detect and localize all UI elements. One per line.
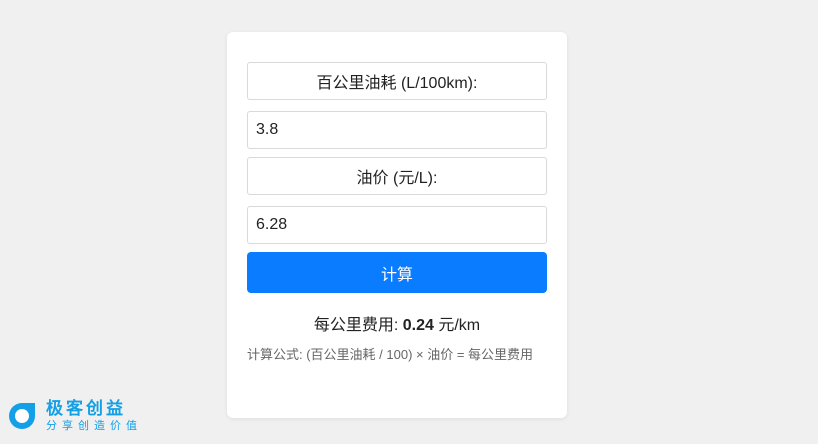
result-unit: 元/km	[433, 317, 481, 334]
result-text: 每公里费用: 0.24 元/km	[227, 311, 567, 335]
price-input[interactable]	[247, 206, 547, 244]
calculator-card: 百公里油耗 (L/100km): 油价 (元/L): 计算 每公里费用: 0.2…	[227, 32, 567, 418]
result-prefix: 每公里费用:	[313, 317, 403, 334]
consumption-input[interactable]	[247, 111, 547, 149]
logo-text: 极客创益 分享创造价值	[46, 399, 142, 433]
calculate-button[interactable]: 计算	[247, 252, 547, 293]
price-label: 油价 (元/L):	[247, 157, 547, 195]
geek-logo-icon	[9, 403, 35, 429]
formula-text: 计算公式: (百公里油耗 / 100) × 油价 = 每公里费用	[247, 347, 534, 362]
consumption-label: 百公里油耗 (L/100km):	[247, 62, 547, 100]
brand-logo: 极客创益 分享创造价值	[6, 396, 142, 436]
logo-title: 极客创益	[46, 399, 126, 418]
result-value: 0.24	[402, 317, 434, 334]
logo-subtitle: 分享创造价值	[46, 420, 142, 432]
